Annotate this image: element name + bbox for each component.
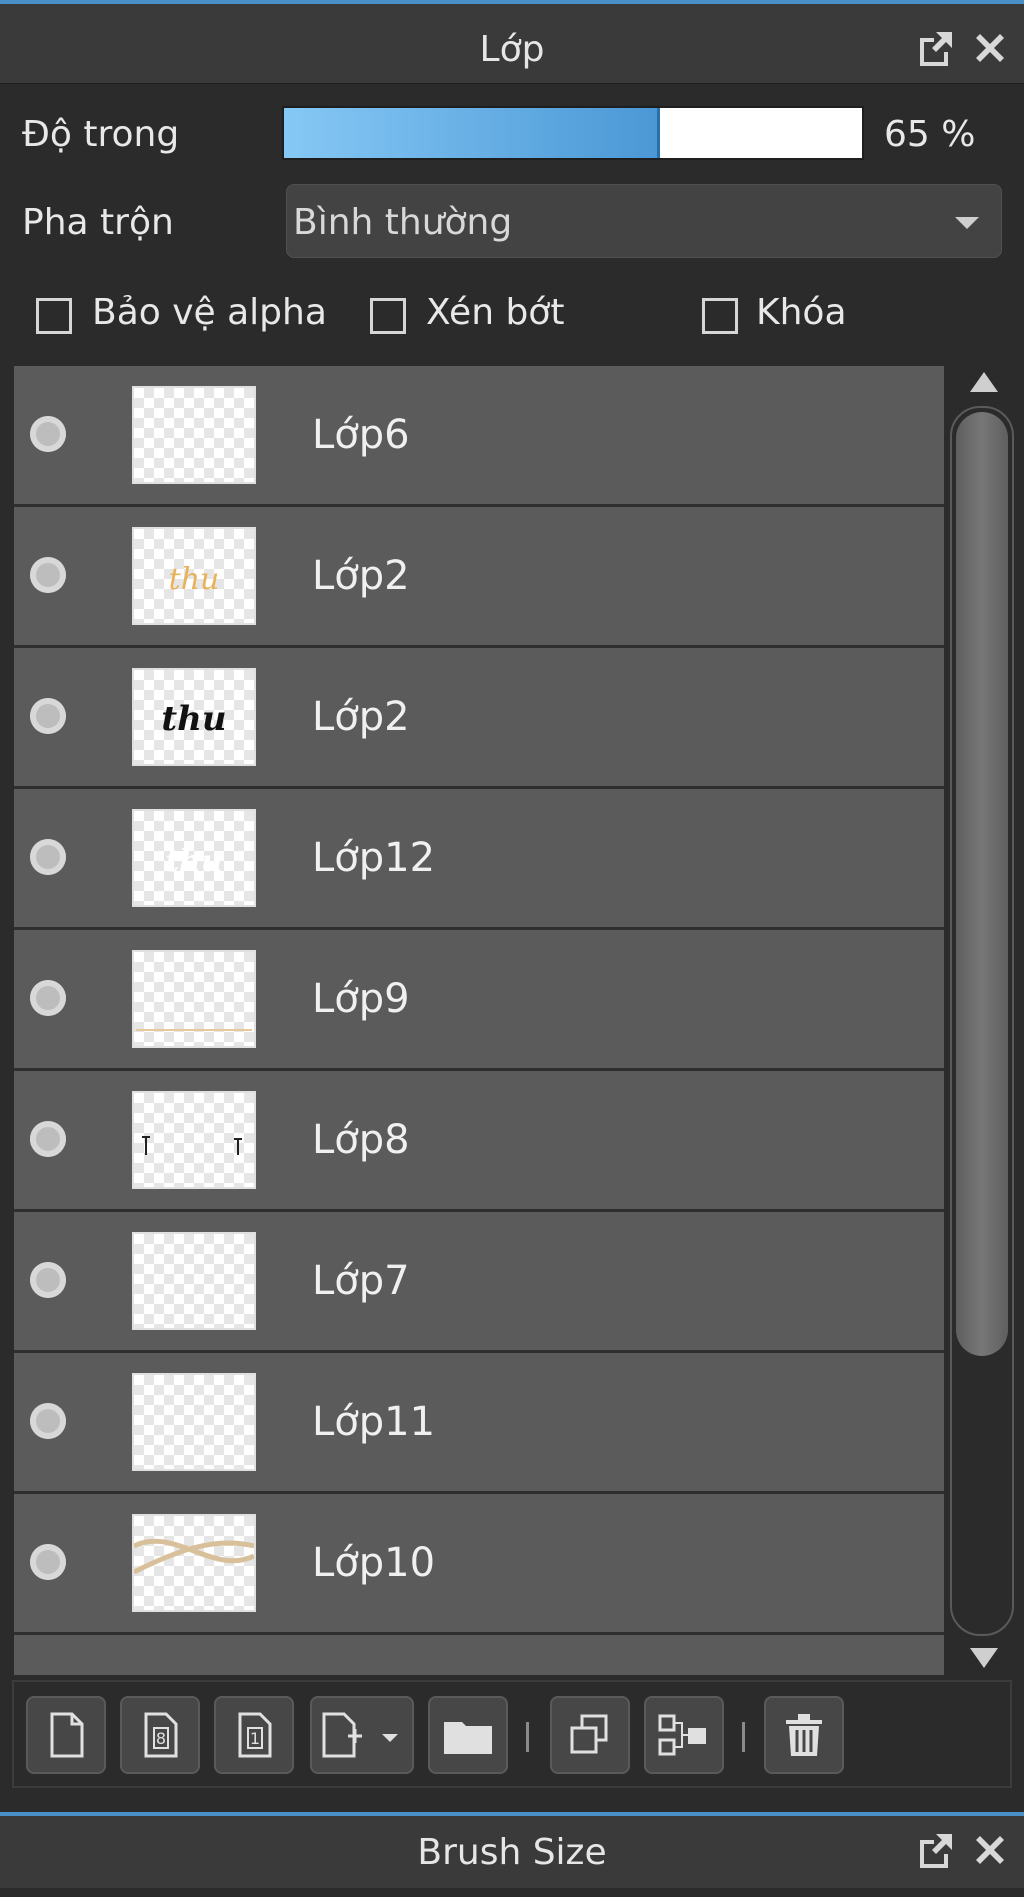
layer-thumbnail: thu — [132, 809, 256, 907]
new-1bit-layer-icon: 1 — [238, 1712, 272, 1758]
svg-text:thu: thu — [161, 699, 226, 739]
visibility-toggle-icon[interactable] — [30, 1262, 66, 1298]
merge-down-icon — [658, 1714, 706, 1756]
scroll-down-arrow-icon[interactable] — [970, 1648, 998, 1668]
layer-list-scrollbar[interactable] — [950, 366, 1016, 1678]
layer-thumbnail — [132, 1232, 256, 1330]
add-layer-dropdown-button[interactable] — [310, 1696, 414, 1774]
layer-name[interactable]: Lớp7 — [312, 1212, 410, 1350]
protect-alpha-label[interactable]: Bảo vệ alpha — [92, 292, 327, 333]
scroll-thumb[interactable] — [956, 412, 1008, 1356]
toolbar-separator — [526, 1722, 529, 1752]
close-icon[interactable] — [968, 26, 1012, 70]
layer-row[interactable]: Lớp9 — [14, 930, 944, 1071]
new-1bit-layer-button[interactable]: 1 — [214, 1696, 294, 1774]
visibility-toggle-icon[interactable] — [30, 557, 66, 593]
popout-icon[interactable] — [914, 26, 958, 70]
layer-row[interactable]: Lớp7 — [14, 1212, 944, 1353]
svg-text:thu: thu — [165, 844, 222, 879]
layer-row[interactable]: Lớp6 — [14, 366, 944, 507]
layer-thumbnail — [132, 1514, 256, 1612]
layer-toolbar: 8 1 — [12, 1680, 1012, 1788]
clipping-checkbox[interactable] — [370, 298, 406, 334]
layer-row[interactable]: Lớp10 — [14, 1494, 944, 1635]
opacity-value: 65 % — [884, 114, 976, 155]
layer-row[interactable]: Lớp8 — [14, 1071, 944, 1212]
visibility-toggle-icon[interactable] — [30, 1544, 66, 1580]
layer-name[interactable]: Lớp10 — [312, 1494, 435, 1632]
scroll-track[interactable] — [950, 406, 1014, 1636]
add-layer-dropdown-icon — [322, 1712, 398, 1758]
panel-title: Lớp — [479, 29, 545, 70]
brush-size-panel-strip — [0, 1888, 1024, 1897]
visibility-toggle-icon[interactable] — [30, 698, 66, 734]
new-folder-icon — [444, 1722, 492, 1754]
blend-mode-label: Pha trộn — [22, 202, 174, 243]
layer-name[interactable]: Lớp2 — [312, 648, 410, 786]
new-layer-icon — [50, 1712, 84, 1758]
layer-name[interactable]: Lớp11 — [312, 1353, 435, 1491]
layer-row[interactable]: thu Lớp2 — [14, 507, 944, 648]
svg-text:8: 8 — [156, 1729, 166, 1748]
layer-row-partial[interactable] — [14, 1635, 944, 1675]
chevron-down-icon — [955, 217, 979, 229]
merge-down-button[interactable] — [644, 1696, 724, 1774]
layer-name[interactable]: Lớp6 — [312, 366, 410, 504]
brush-size-panel-titlebar[interactable]: Brush Size — [0, 1816, 1024, 1897]
svg-text:1: 1 — [250, 1729, 260, 1748]
new-8bit-layer-icon: 8 — [144, 1712, 178, 1758]
layer-name[interactable]: Lớp2 — [312, 507, 410, 645]
blend-mode-value: Bình thường — [293, 202, 513, 243]
duplicate-layer-button[interactable] — [550, 1696, 630, 1774]
protect-alpha-checkbox[interactable] — [36, 298, 72, 334]
opacity-slider-fill — [284, 108, 660, 158]
delete-layer-button[interactable] — [764, 1696, 844, 1774]
opacity-slider[interactable] — [282, 106, 864, 160]
visibility-toggle-icon[interactable] — [30, 1121, 66, 1157]
layer-row[interactable]: thu Lớp2 — [14, 648, 944, 789]
visibility-toggle-icon[interactable] — [30, 980, 66, 1016]
layer-row[interactable]: thu Lớp12 — [14, 789, 944, 930]
svg-text:thu: thu — [169, 562, 220, 597]
close-icon[interactable] — [968, 1828, 1012, 1872]
layer-name[interactable]: Lớp9 — [312, 930, 410, 1068]
brush-size-panel-title: Brush Size — [417, 1832, 607, 1873]
lock-label[interactable]: Khóa — [756, 292, 847, 333]
clipping-label[interactable]: Xén bớt — [426, 292, 564, 333]
layer-panel-titlebar[interactable]: Lớp — [0, 12, 1024, 84]
new-folder-button[interactable] — [428, 1696, 508, 1774]
scroll-up-arrow-icon[interactable] — [970, 372, 998, 392]
panel-top-border — [0, 0, 1024, 12]
new-8bit-layer-button[interactable]: 8 — [120, 1696, 200, 1774]
popout-icon[interactable] — [914, 1828, 958, 1872]
layer-thumbnail — [132, 386, 256, 484]
layer-list[interactable]: Lớp6 thu Lớp2 thu Lớp2 thu Lớp12 Lớp9 Lớp8 Lớp7 Lớ… — [14, 366, 944, 1678]
layer-name[interactable]: Lớp12 — [312, 789, 435, 927]
blend-mode-select[interactable]: Bình thường — [286, 184, 1002, 258]
visibility-toggle-icon[interactable] — [30, 416, 66, 452]
layer-name[interactable]: Lớp8 — [312, 1071, 410, 1209]
new-layer-button[interactable] — [26, 1696, 106, 1774]
layer-thumbnail — [132, 950, 256, 1048]
layer-row[interactable]: Lớp11 — [14, 1353, 944, 1494]
visibility-toggle-icon[interactable] — [30, 839, 66, 875]
duplicate-layer-icon — [570, 1714, 608, 1754]
opacity-label: Độ trong — [22, 114, 180, 155]
layer-thumbnail — [132, 1373, 256, 1471]
layer-thumbnail: thu — [132, 668, 256, 766]
layer-thumbnail — [132, 1091, 256, 1189]
visibility-toggle-icon[interactable] — [30, 1403, 66, 1439]
toolbar-separator — [742, 1722, 745, 1752]
lock-checkbox[interactable] — [702, 298, 738, 334]
layer-thumbnail: thu — [132, 527, 256, 625]
delete-layer-icon — [786, 1714, 822, 1756]
